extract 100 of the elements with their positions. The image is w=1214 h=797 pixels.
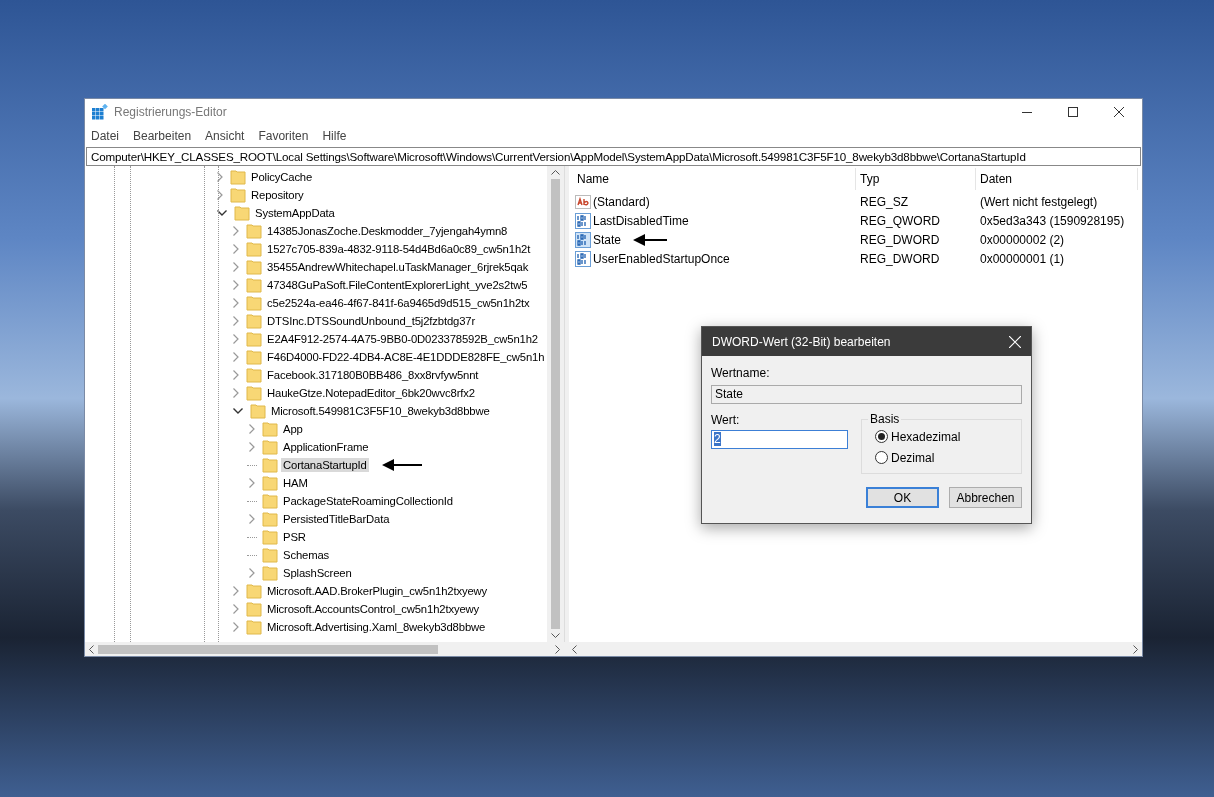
folder-icon — [262, 511, 278, 527]
folder-icon — [246, 385, 262, 401]
ok-button[interactable]: OK — [866, 487, 939, 508]
expand-chevron-icon[interactable] — [233, 226, 239, 236]
expand-chevron-icon[interactable] — [233, 622, 239, 632]
column-header[interactable]: Name — [573, 168, 856, 190]
tree-item[interactable]: PersistedTitleBarData — [281, 512, 392, 526]
expand-chevron-icon[interactable] — [233, 298, 239, 308]
expand-chevron-icon[interactable] — [249, 514, 255, 524]
folder-icon — [230, 187, 246, 203]
tree-item[interactable]: PackageStateRoamingCollectionId — [281, 494, 455, 508]
column-header[interactable]: Daten — [976, 168, 1138, 190]
radio-option[interactable]: Dezimal — [875, 447, 1021, 468]
value-data: 0x5ed3a343 (1590928195) — [979, 213, 1126, 228]
expand-chevron-icon[interactable] — [233, 280, 239, 290]
tree-item[interactable]: DTSInc.DTSSoundUnbound_t5j2fzbtdg37r — [265, 314, 478, 328]
group-label: Basis — [868, 412, 902, 426]
value-name[interactable]: (Standard) — [593, 194, 650, 209]
registry-editor-icon — [92, 104, 108, 120]
folder-icon — [246, 313, 262, 329]
tree-item[interactable]: Microsoft.AccountsControl_cw5n1h2txyewy — [265, 602, 482, 616]
window-title: Registrierungs-Editor — [114, 105, 227, 119]
close-icon[interactable] — [1009, 335, 1021, 348]
tree-item[interactable]: CortanaStartupId — [281, 458, 369, 472]
value-name[interactable]: State — [593, 232, 622, 247]
tree-item[interactable]: Microsoft.AAD.BrokerPlugin_cw5n1h2txyewy — [265, 584, 490, 598]
tree-item[interactable]: PolicyCache — [249, 170, 315, 184]
cancel-button[interactable]: Abbrechen — [949, 487, 1022, 508]
vertical-scrollbar[interactable] — [547, 166, 564, 642]
tree-item[interactable]: SplashScreen — [281, 566, 354, 580]
tree-item[interactable]: 1527c705-839a-4832-9118-54d4Bd6a0c89_cw5n1h2t — [265, 242, 533, 256]
tree-item[interactable]: F46D4000-FD22-4DB4-AC8E-4E1DDDE828FE_cw5n1h — [265, 350, 547, 364]
tree-item[interactable]: Microsoft.Advertising.Xaml_8wekyb3d8bbwe — [265, 620, 488, 634]
value-input-field[interactable]: 2 — [711, 430, 848, 449]
menu-item[interactable]: Datei — [91, 129, 119, 143]
minimize-icon — [1022, 111, 1032, 113]
address-field[interactable]: Computer\HKEY_CLASSES_ROOT\Local Settings\Software\Microsoft\Windows\CurrentVersion\AppModel\SystemAppData\Microsoft.549981C3F5F10_8wekyb3d8bbwe\CortanaStartupId — [86, 147, 1141, 166]
folder-icon — [246, 619, 262, 635]
expand-chevron-icon[interactable] — [233, 388, 239, 398]
expand-chevron-icon[interactable] — [249, 424, 255, 434]
value-name[interactable]: LastDisabledTime — [593, 213, 689, 228]
tree-item[interactable]: SystemAppData — [253, 206, 337, 220]
tree-item[interactable]: Schemas — [281, 548, 332, 562]
value-data: 0x00000001 (1) — [979, 251, 1066, 266]
expand-chevron-icon[interactable] — [233, 370, 239, 380]
folder-icon — [262, 421, 278, 437]
menu-item[interactable]: Bearbeiten — [133, 129, 192, 143]
binary-value-icon — [575, 250, 591, 267]
value-type: REG_DWORD — [859, 232, 941, 247]
folder-icon — [262, 493, 278, 509]
column-header[interactable]: Typ — [856, 168, 976, 190]
tree-item[interactable]: c5e2524a-ea46-4f67-841f-6a9465d9d515_cw5n1h2tx — [265, 296, 532, 310]
expand-chevron-icon[interactable] — [233, 352, 239, 362]
horizontal-scrollbar[interactable] — [568, 642, 1142, 656]
tree-item[interactable]: PSR — [281, 530, 308, 544]
expand-chevron-icon[interactable] — [233, 262, 239, 272]
menu-item[interactable]: Hilfe — [322, 129, 347, 143]
maximize-icon — [1068, 107, 1078, 117]
tree-item[interactable]: Facebook.317180B0BB486_8xx8rvfyw5nnt — [265, 368, 481, 382]
horizontal-scrollbar[interactable] — [85, 642, 564, 656]
expand-chevron-icon[interactable] — [249, 442, 255, 452]
value-data: 0x00000002 (2) — [979, 232, 1066, 247]
collapse-chevron-icon[interactable] — [233, 408, 243, 414]
folder-icon — [246, 277, 262, 293]
folder-icon — [246, 331, 262, 347]
folder-icon — [246, 583, 262, 599]
tree-item[interactable]: Repository — [249, 188, 306, 202]
expand-chevron-icon[interactable] — [217, 190, 223, 200]
value-type: REG_QWORD — [859, 213, 941, 228]
expand-chevron-icon[interactable] — [233, 316, 239, 326]
tree-item[interactable]: App — [281, 422, 305, 436]
expand-chevron-icon[interactable] — [233, 334, 239, 344]
collapse-chevron-icon[interactable] — [217, 210, 227, 216]
expand-chevron-icon[interactable] — [233, 604, 239, 614]
folder-icon — [262, 529, 278, 545]
expand-chevron-icon[interactable] — [217, 172, 223, 182]
tree-item[interactable]: 14385JonasZoche.Deskmodder_7yjengah4ymn8 — [265, 224, 510, 238]
tree-item[interactable]: 47348GuPaSoft.FileContentExplorerLight_yve2s2tw5 — [265, 278, 530, 292]
tree-item[interactable]: Microsoft.549981C3F5F10_8wekyb3d8bbwe — [269, 404, 492, 418]
tree-item[interactable]: E2A4F912-2574-4A75-9BB0-0D023378592B_cw5n1h2 — [265, 332, 540, 346]
expand-chevron-icon[interactable] — [249, 478, 255, 488]
tree-item[interactable]: HaukeGtze.NotepadEditor_6bk20wvc8rfx2 — [265, 386, 477, 400]
folder-icon — [230, 169, 246, 185]
folder-icon — [234, 205, 250, 221]
value-name[interactable]: UserEnabledStartupOnce — [593, 251, 730, 266]
folder-icon — [262, 547, 278, 563]
folder-icon — [262, 475, 278, 491]
expand-chevron-icon[interactable] — [233, 244, 239, 254]
radio-option[interactable]: Hexadezimal — [875, 426, 1021, 447]
expand-chevron-icon[interactable] — [249, 568, 255, 578]
expand-chevron-icon[interactable] — [233, 586, 239, 596]
menu-item[interactable]: Favoriten — [258, 129, 309, 143]
tree-item[interactable]: 35455AndrewWhitechapel.uTaskManager_6rjrek5qak — [265, 260, 531, 274]
folder-icon — [246, 223, 262, 239]
folder-icon — [246, 259, 262, 275]
menu-item[interactable]: Ansicht — [205, 129, 245, 143]
tree-item[interactable]: ApplicationFrame — [281, 440, 371, 454]
folder-icon — [246, 241, 262, 257]
folder-icon — [246, 295, 262, 311]
tree-item[interactable]: HAM — [281, 476, 310, 490]
